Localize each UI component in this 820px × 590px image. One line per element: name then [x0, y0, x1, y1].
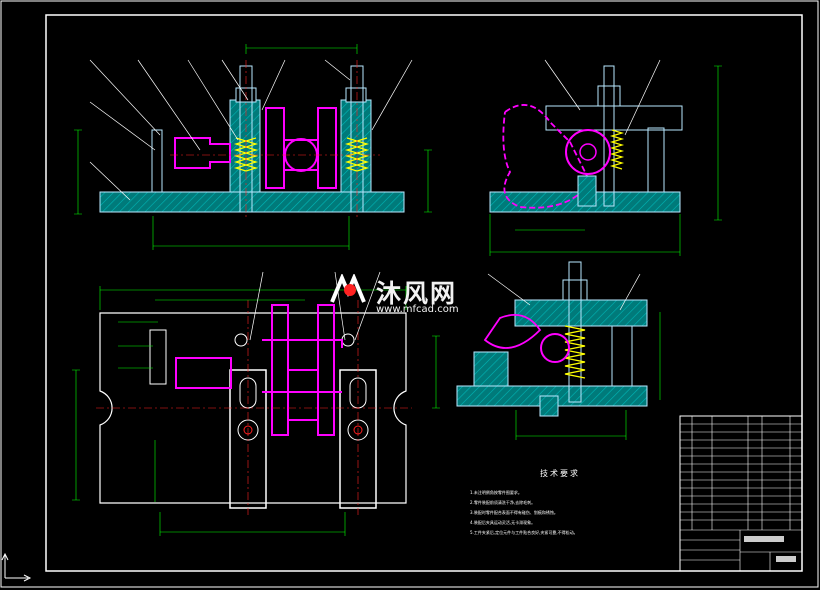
locator-block: [149, 329, 167, 385]
left-column: [229, 99, 261, 193]
watermark-url: www.mfcad.com: [376, 304, 459, 315]
crank-section: [565, 129, 611, 175]
note-item: 5.工件夹紧后,定位元件与工件贴合良好,夹紧可靠,不得松动。: [470, 530, 578, 535]
right-column: [340, 99, 372, 193]
ucs-icon: [1, 552, 32, 582]
side-column: [647, 127, 665, 193]
top-dimensions: [72, 286, 407, 536]
title-block: [679, 415, 803, 572]
watermark: 沐风网 www.mfcad.com: [326, 272, 496, 320]
side-nut: [597, 85, 621, 107]
mfcad-logo-icon: [330, 274, 366, 303]
section-nut: [562, 279, 588, 301]
note-item: 2.零件装配前须清洗干净,去除毛刺。: [470, 500, 536, 505]
note-item: 1.未注明倒角按零件图要求。: [470, 490, 522, 495]
section-dimensions: [432, 312, 661, 440]
front-view: [74, 44, 432, 250]
left-support: [151, 129, 163, 193]
notes-title: 技术要求: [540, 469, 580, 478]
side-view: [489, 59, 722, 256]
note-item: 3.装配时零件配合表面不得有碰伤、划痕和锈蚀。: [470, 510, 558, 515]
section-crank: [540, 333, 570, 363]
side-dimensions: [489, 65, 722, 256]
note-item: 4.装配后夹具运动灵活,无卡滞现象。: [470, 520, 536, 525]
